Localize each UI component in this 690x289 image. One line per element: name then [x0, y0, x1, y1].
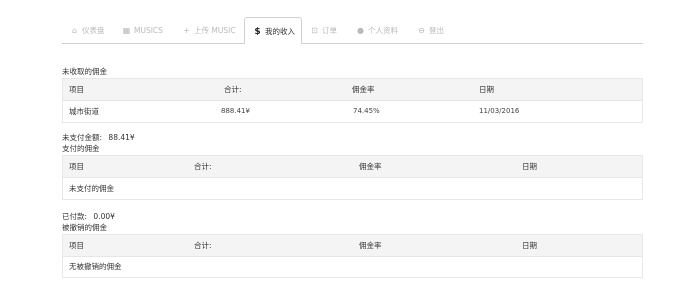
logout-icon: ⊖ — [418, 26, 425, 35]
grid-icon: ▦ — [122, 26, 131, 35]
col-date: 日期 — [522, 162, 537, 171]
tab-my-income[interactable]: $ 我的收入 — [244, 17, 302, 44]
table-header: 项目 合计: 佣金率 日期 — [63, 156, 642, 178]
tab-label: 上传 MUSIC — [194, 26, 236, 35]
home-icon: ⌂ — [71, 26, 78, 35]
table-header: 项目 合计: 佣金率 日期 — [63, 235, 642, 257]
col-total: 合计: — [224, 85, 242, 94]
table-row: 无被撤销的佣金 — [63, 257, 642, 277]
paid-commission-title: 支付的佣金 — [62, 144, 100, 153]
unpaid-amount-label: 未支付金额: — [62, 133, 103, 142]
unpaid-amount: 未支付金额: 88.41¥ — [62, 132, 135, 143]
tab-musics[interactable]: ▦ MUSICS — [122, 19, 163, 43]
paid-commission-table: 项目 合计: 佣金率 日期 未支付的佣金 — [62, 155, 643, 200]
revoked-title: 被撤销的佣金 — [62, 223, 107, 232]
plus-icon: + — [183, 26, 190, 35]
col-date: 日期 — [479, 85, 494, 94]
tab-upload-music[interactable]: + 上传 MUSIC — [182, 19, 236, 43]
revoked-table: 项目 合计: 佣金率 日期 无被撤销的佣金 — [62, 234, 643, 278]
col-total: 合计: — [194, 241, 212, 250]
tab-label: MUSICS — [134, 26, 163, 35]
paid-amount: 已付款: 0.00¥ — [62, 211, 115, 222]
cell-total: 888.41¥ — [221, 107, 250, 115]
cell-rate: 74.45% — [353, 107, 380, 115]
cell-date: 11/03/2016 — [479, 107, 520, 115]
cell-item: 城市街道 — [69, 107, 99, 116]
table-row: 城市街道 888.41¥ 74.45% 11/03/2016 — [63, 101, 642, 122]
uncollected-title: 未收取的佣金 — [62, 67, 107, 76]
col-date: 日期 — [522, 241, 537, 250]
dollar-icon: $ — [254, 27, 261, 37]
empty-message: 未支付的佣金 — [69, 184, 114, 193]
tab-label: 我的收入 — [265, 27, 295, 36]
tab-logout[interactable]: ⊖ 登出 — [417, 19, 444, 43]
tab-profile[interactable]: ● 个人资料 — [356, 19, 398, 43]
col-item: 项目 — [69, 241, 84, 250]
col-rate: 佣金率 — [359, 162, 382, 171]
paid-amount-value: 0.00¥ — [93, 212, 115, 221]
tab-dashboard[interactable]: ⌂ 仪表盘 — [70, 19, 105, 43]
nav-tabs: ⌂ 仪表盘 ▦ MUSICS + 上传 MUSIC $ 我的收入 ⊡ 订单 ● 个人资料 ⊖… — [62, 17, 643, 44]
user-icon: ● — [357, 26, 364, 35]
tab-label: 仪表盘 — [82, 26, 105, 35]
col-rate: 佣金率 — [352, 85, 375, 94]
tab-label: 登出 — [429, 26, 444, 35]
tab-label: 订单 — [322, 26, 337, 35]
table-header: 项目 合计: 佣金率 日期 — [63, 79, 642, 101]
tab-label: 个人资料 — [368, 26, 398, 35]
col-item: 项目 — [69, 85, 84, 94]
empty-message: 无被撤销的佣金 — [69, 262, 122, 271]
tab-orders[interactable]: ⊡ 订单 — [310, 19, 337, 43]
paid-amount-label: 已付款: — [62, 212, 88, 221]
bag-icon: ⊡ — [311, 26, 318, 35]
col-item: 项目 — [69, 162, 84, 171]
col-rate: 佣金率 — [359, 241, 382, 250]
uncollected-table: 项目 合计: 佣金率 日期 城市街道 888.41¥ 74.45% 11/03/… — [62, 78, 643, 123]
unpaid-amount-value: 88.41¥ — [108, 133, 135, 142]
table-row: 未支付的佣金 — [63, 178, 642, 199]
col-total: 合计: — [194, 162, 212, 171]
